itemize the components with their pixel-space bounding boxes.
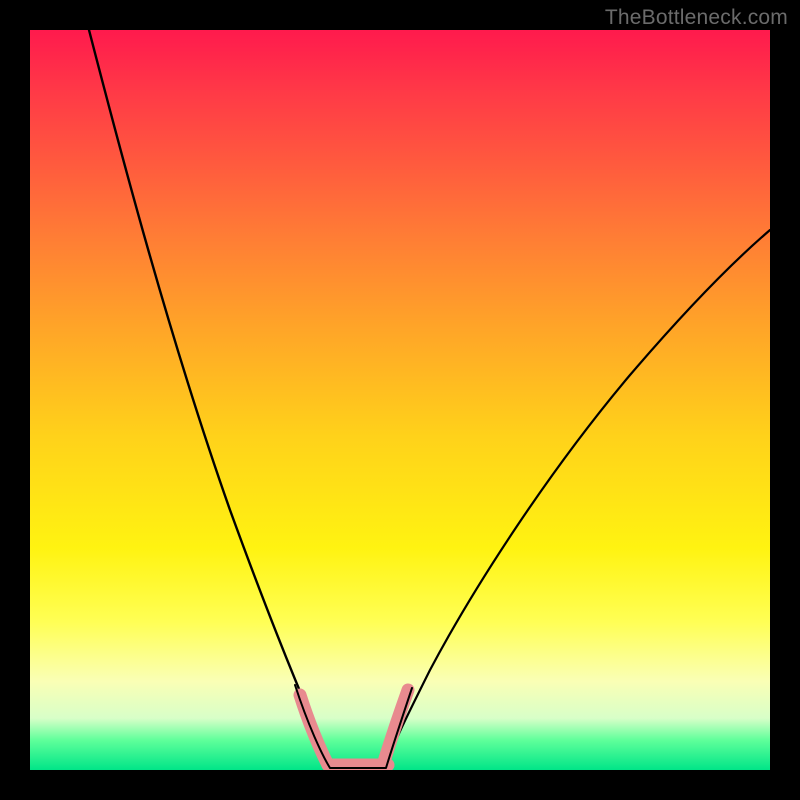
chart-frame: TheBottleneck.com <box>0 0 800 800</box>
trough-marker-right <box>383 690 408 765</box>
plot-area <box>30 30 770 770</box>
trough-marker-left <box>300 695 328 765</box>
right-curve <box>386 230 770 768</box>
left-curve <box>89 30 330 768</box>
curve-layer <box>30 30 770 770</box>
watermark-text: TheBottleneck.com <box>605 6 788 30</box>
